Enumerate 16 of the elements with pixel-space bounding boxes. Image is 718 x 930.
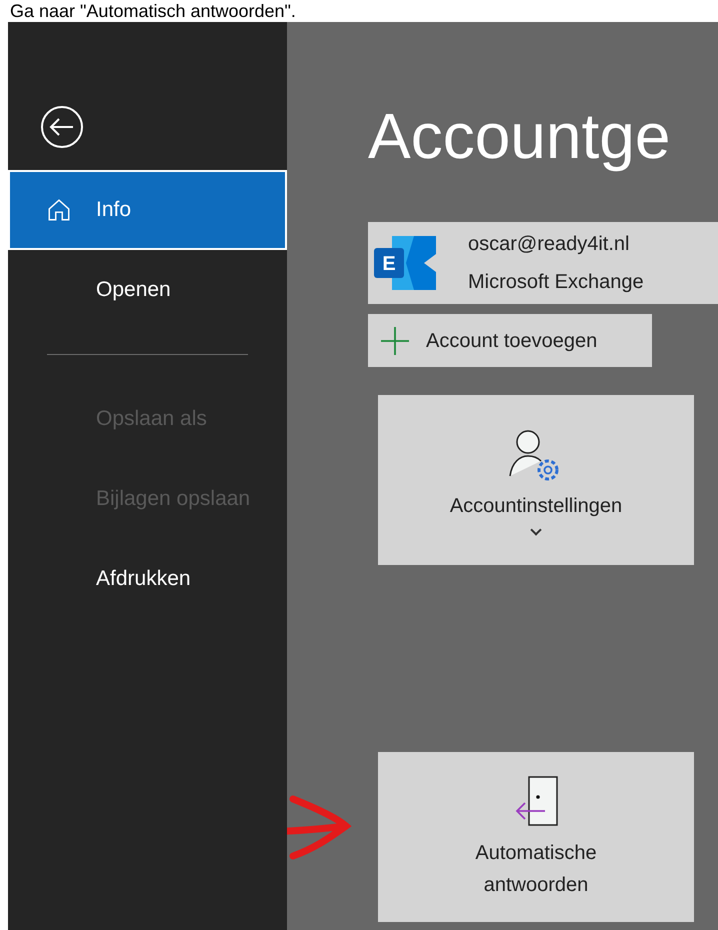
tile-label: Automatische antwoorden xyxy=(474,841,598,898)
sidebar-item[interactable]: Afdrukken xyxy=(8,539,287,619)
automatic-replies-button[interactable]: Automatische antwoorden xyxy=(378,752,694,922)
tile-label: Accountinstellingen xyxy=(450,494,622,519)
page-title: Accountge xyxy=(368,99,672,174)
home-icon xyxy=(46,197,72,223)
sidebar-item[interactable]: Openen xyxy=(8,250,287,330)
caption-text: Ga naar "Automatisch antwoorden". xyxy=(10,0,296,22)
account-email: oscar@ready4it.nl xyxy=(468,232,630,257)
account-type: Microsoft Exchange xyxy=(468,270,644,295)
sidebar-item[interactable]: Info xyxy=(8,170,287,250)
add-account-button[interactable]: Account toevoegen xyxy=(368,314,652,367)
account-card[interactable]: E oscar@ready4it.nl Microsoft Exchange xyxy=(368,222,718,304)
back-button[interactable] xyxy=(39,104,85,150)
account-settings-button[interactable]: Accountinstellingen xyxy=(378,395,694,565)
plus-icon xyxy=(380,326,410,356)
